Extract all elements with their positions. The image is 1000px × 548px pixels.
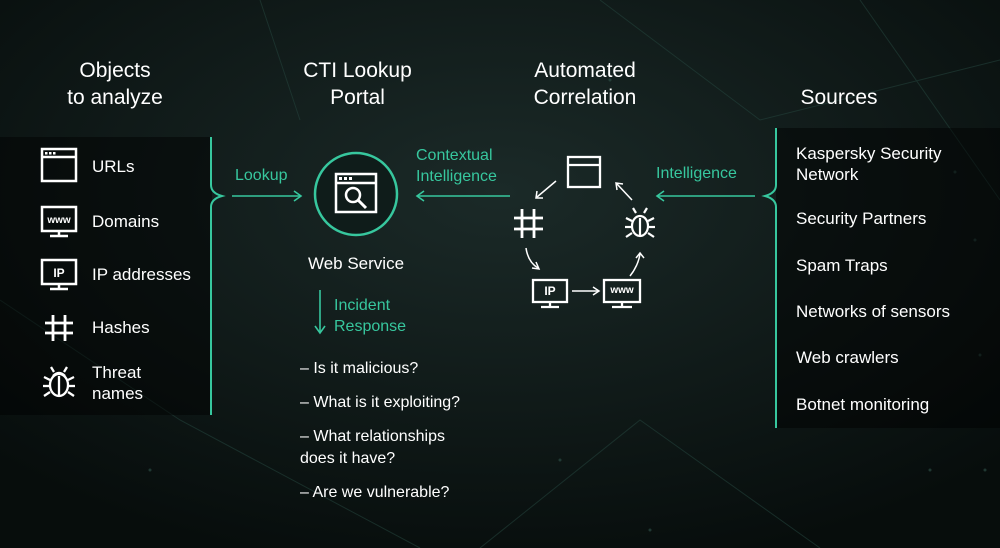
question-item: – What relationships does it have?	[300, 428, 445, 467]
lookup-arrow	[232, 190, 303, 202]
cycle-www-text: www	[610, 285, 634, 296]
cycle-ip-text: IP	[544, 284, 556, 298]
intelligence-label: Intelligence	[656, 165, 737, 182]
incident-response-label: Incident Response	[334, 297, 407, 335]
intelligence-arrow	[655, 190, 755, 202]
source-item: Networks of sensors	[796, 302, 950, 321]
question-item: – Is it malicious?	[300, 360, 419, 377]
question-item: – What is it exploiting?	[300, 394, 461, 411]
source-item: Web crawlers	[796, 348, 899, 367]
bug-icon	[625, 207, 655, 238]
browser-window-icon	[566, 155, 602, 189]
objects-brace	[210, 137, 226, 415]
cycle-arrows	[525, 180, 645, 296]
source-item: Spam Traps	[796, 256, 888, 275]
web-service-icon	[313, 151, 399, 237]
lookup-label: Lookup	[235, 167, 288, 184]
hash-icon	[514, 209, 543, 238]
web-service-label: Web Service	[307, 254, 405, 273]
source-item: Kaspersky Security Network	[796, 144, 942, 184]
contextual-intelligence-label: Contextual Intelligence	[416, 147, 497, 185]
contextual-intelligence-arrow	[415, 190, 510, 202]
source-item: Botnet monitoring	[796, 395, 930, 414]
question-item: – Are we vulnerable?	[300, 484, 450, 501]
source-item: Security Partners	[796, 209, 927, 228]
sources-brace	[761, 128, 777, 428]
incident-response-arrow	[314, 290, 326, 335]
